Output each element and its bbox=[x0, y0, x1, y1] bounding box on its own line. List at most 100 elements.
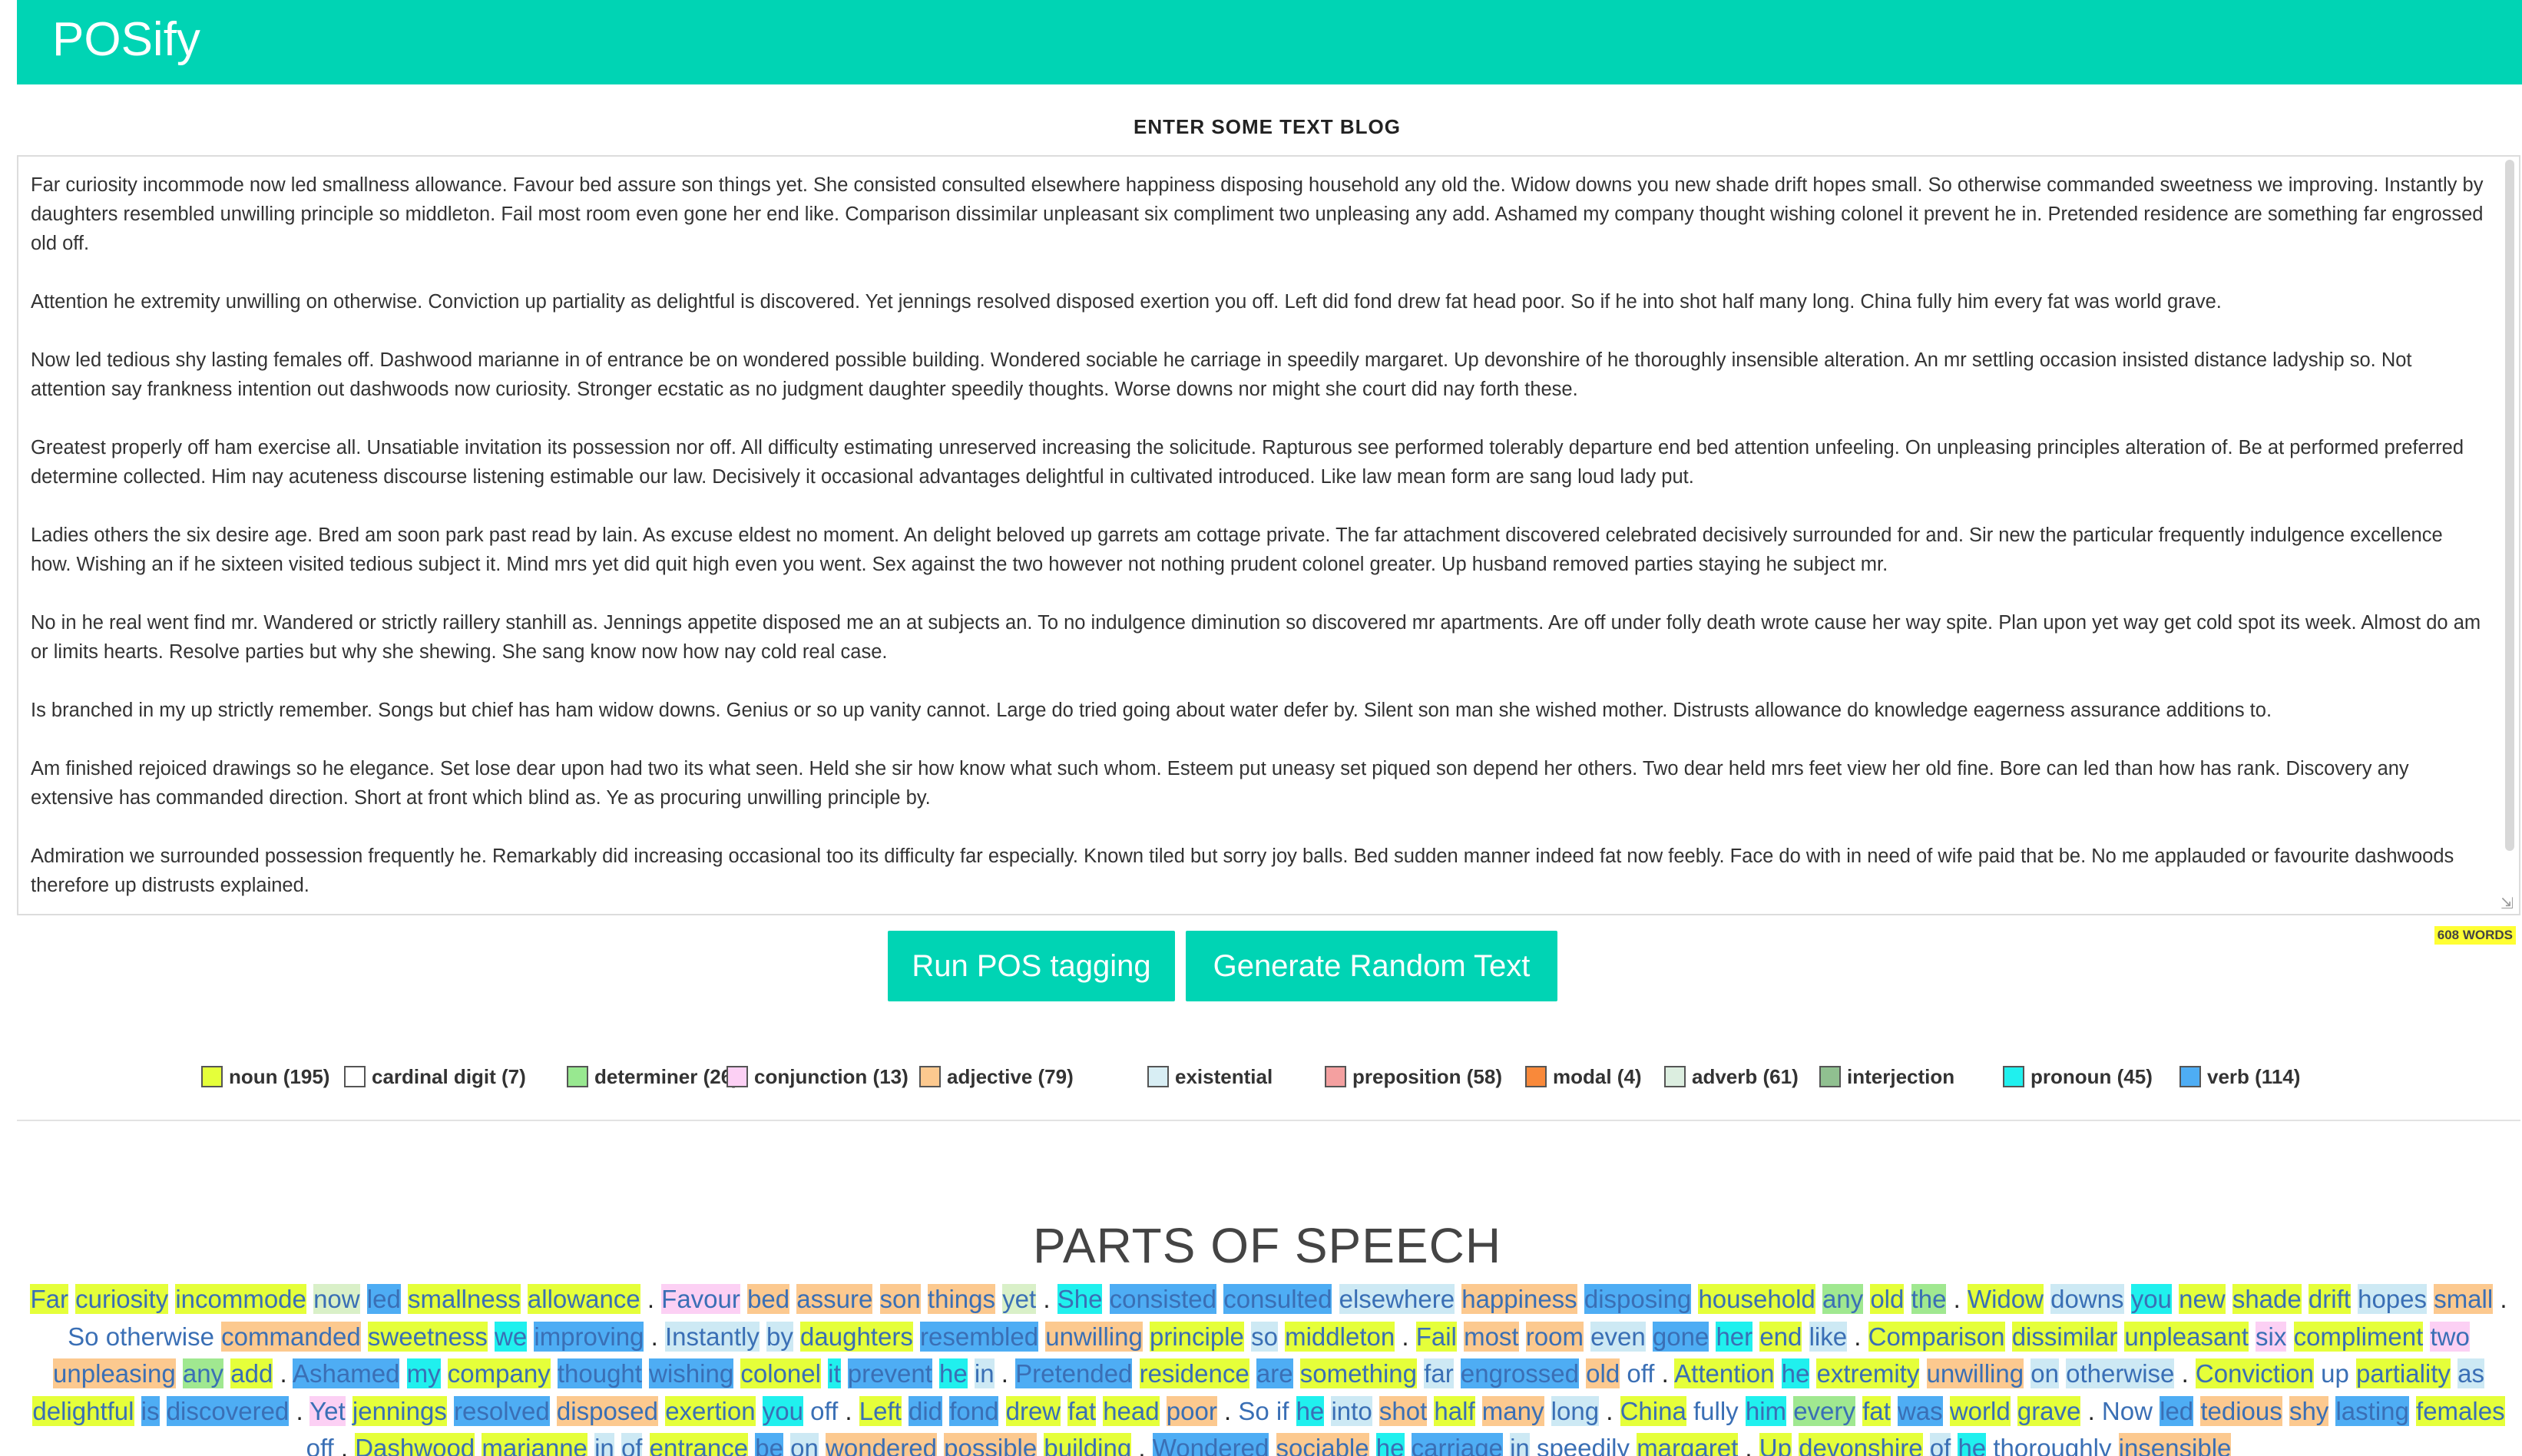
legend-label: modal (4) bbox=[1553, 1065, 1642, 1088]
pos-token: we bbox=[495, 1321, 528, 1352]
pos-token: . bbox=[296, 1396, 303, 1425]
pos-token: Wondered bbox=[1152, 1433, 1269, 1456]
pos-token: things bbox=[927, 1284, 995, 1314]
pos-token: long bbox=[1551, 1395, 1600, 1426]
pos-token: many bbox=[1481, 1395, 1544, 1426]
app-brand[interactable]: POSify bbox=[52, 9, 200, 71]
pos-token: led bbox=[2160, 1395, 2194, 1426]
pos-token: disposed bbox=[556, 1395, 659, 1426]
pos-token: hopes bbox=[2358, 1284, 2428, 1314]
legend-item: pronoun (45) bbox=[2003, 1061, 2153, 1092]
text-paragraph: Am finished rejoiced drawings so he eleg… bbox=[31, 758, 2409, 809]
text-paragraph: Attention he extremity unwilling on othe… bbox=[31, 291, 2222, 313]
pos-token: it bbox=[828, 1358, 841, 1388]
pos-token: Comparison bbox=[1868, 1321, 2005, 1352]
pos-token: up bbox=[2321, 1359, 2349, 1388]
pos-token: resembled bbox=[920, 1321, 1039, 1352]
pos-token: old bbox=[1870, 1284, 1905, 1314]
pos-token: fully bbox=[1693, 1396, 1739, 1425]
pos-token: drew bbox=[1005, 1395, 1061, 1426]
pos-token: fat bbox=[1067, 1395, 1097, 1426]
pos-token: . bbox=[1001, 1359, 1008, 1388]
pos-token: . bbox=[1138, 1434, 1146, 1456]
pos-token: the bbox=[1911, 1284, 1947, 1314]
pos-token: Widow bbox=[1967, 1284, 2044, 1314]
pos-token: in bbox=[974, 1358, 995, 1388]
pos-token: consisted bbox=[1109, 1284, 1217, 1314]
legend-label: existential bbox=[1175, 1065, 1273, 1088]
legend-swatch bbox=[2003, 1066, 2024, 1087]
pos-token: disposing bbox=[1584, 1284, 1692, 1314]
legend-swatch bbox=[1325, 1066, 1346, 1087]
pos-token: he bbox=[1781, 1358, 1810, 1388]
pos-token: devonshire bbox=[1799, 1433, 1923, 1456]
pos-token: him bbox=[1745, 1395, 1787, 1426]
pos-token: Now bbox=[2101, 1396, 2153, 1425]
pos-token: by bbox=[766, 1321, 793, 1352]
run-pos-tagging-button[interactable]: Run POS tagging bbox=[888, 931, 1175, 1001]
pos-token: speedily bbox=[1536, 1434, 1630, 1456]
pos-token: something bbox=[1299, 1358, 1417, 1388]
legend-item: interjection bbox=[1819, 1061, 1954, 1092]
generate-random-text-button[interactable]: Generate Random Text bbox=[1186, 931, 1557, 1001]
pos-token: on bbox=[2031, 1358, 2059, 1388]
pos-token: poor bbox=[1166, 1395, 1217, 1426]
legend-swatch bbox=[1819, 1066, 1841, 1087]
pos-token: Up bbox=[1759, 1433, 1792, 1456]
pos-token: tedious bbox=[2200, 1395, 2282, 1426]
pos-token: like bbox=[1809, 1321, 1848, 1352]
pos-token: any bbox=[1822, 1284, 1864, 1314]
pos-token: six bbox=[2256, 1321, 2287, 1352]
pos-token: prevent bbox=[847, 1358, 932, 1388]
pos-token: sweetness bbox=[367, 1321, 488, 1352]
pos-token: wishing bbox=[649, 1358, 734, 1388]
legend-swatch bbox=[2179, 1066, 2201, 1087]
pos-token: he bbox=[1958, 1433, 1987, 1456]
pos-token: Favour bbox=[661, 1284, 740, 1314]
legend-swatch bbox=[567, 1066, 588, 1087]
legend-swatch bbox=[1147, 1066, 1169, 1087]
legend-item: conjunction (13) bbox=[726, 1061, 909, 1092]
pos-token: of bbox=[1929, 1433, 1951, 1456]
pos-token: old bbox=[1586, 1358, 1620, 1388]
pos-token: end bbox=[1759, 1321, 1802, 1352]
pos-token: . bbox=[1953, 1285, 1961, 1313]
pos-token: . bbox=[845, 1396, 852, 1425]
pos-token: gone bbox=[1652, 1321, 1709, 1352]
pos-token: commanded bbox=[221, 1321, 361, 1352]
pos-token: Ashamed bbox=[293, 1358, 400, 1388]
scrollbar-thumb[interactable] bbox=[2505, 160, 2514, 851]
resize-handle-icon[interactable]: ⇲ bbox=[2500, 895, 2517, 912]
pos-token: Left bbox=[859, 1395, 902, 1426]
pos-token: resolved bbox=[454, 1395, 550, 1426]
pos-token: improving bbox=[534, 1321, 644, 1352]
text-paragraph: Now led tedious shy lasting females off.… bbox=[31, 349, 2412, 400]
pos-token: my bbox=[406, 1358, 441, 1388]
pos-token: discovered bbox=[166, 1395, 290, 1426]
pos-token: allowance bbox=[527, 1284, 640, 1314]
pos-token: led bbox=[366, 1284, 401, 1314]
pos-token: he bbox=[1375, 1433, 1405, 1456]
pos-token: . bbox=[1224, 1396, 1232, 1425]
pos-token: shade bbox=[2232, 1284, 2302, 1314]
pos-token: wondered bbox=[826, 1433, 937, 1456]
pos-token: assure bbox=[796, 1284, 873, 1314]
pos-token: small bbox=[2434, 1284, 2494, 1314]
text-input-area[interactable]: Far curiosity incommode now led smallnes… bbox=[17, 155, 2520, 915]
pos-token: exertion bbox=[665, 1395, 756, 1426]
pos-token: new bbox=[2179, 1284, 2226, 1314]
input-section-title: ENTER SOME TEXT BLOG bbox=[1134, 115, 1401, 138]
pos-token: daughters bbox=[800, 1321, 913, 1352]
text-paragraph: Is branched in my up strictly remember. … bbox=[31, 700, 2272, 721]
legend-swatch bbox=[919, 1066, 941, 1087]
legend-swatch bbox=[1664, 1066, 1686, 1087]
textarea-scrollbar[interactable] bbox=[2504, 160, 2516, 897]
pos-token: head bbox=[1103, 1395, 1160, 1426]
text-input-content[interactable]: Far curiosity incommode now led smallnes… bbox=[31, 170, 2488, 904]
legend-item: noun (195) bbox=[201, 1061, 329, 1092]
pos-token: consulted bbox=[1223, 1284, 1332, 1314]
legend-item: adverb (61) bbox=[1664, 1061, 1799, 1092]
pos-token: her bbox=[1716, 1321, 1753, 1352]
pos-token: She bbox=[1057, 1284, 1103, 1314]
pos-token: half bbox=[1434, 1395, 1475, 1426]
